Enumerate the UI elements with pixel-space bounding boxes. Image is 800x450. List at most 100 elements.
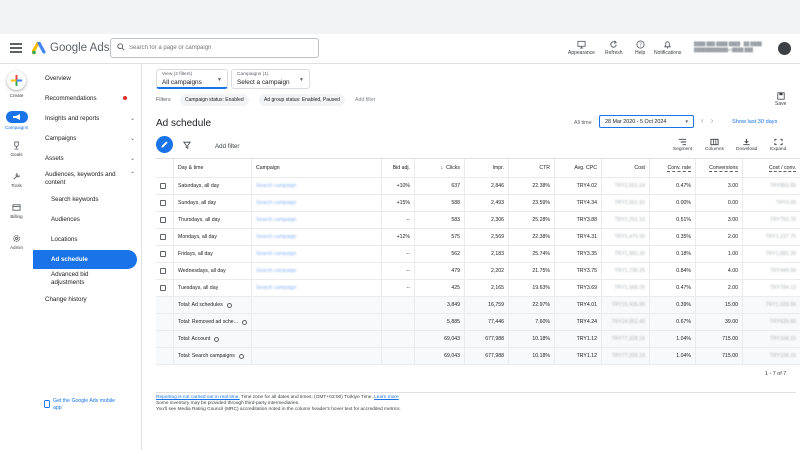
row-checkbox[interactable] <box>160 285 166 291</box>
nav-search-keywords[interactable]: Search keywords <box>51 196 131 203</box>
campaign-link[interactable]: Search campaign <box>256 268 296 274</box>
avatar[interactable] <box>778 42 791 55</box>
menu-icon[interactable] <box>10 43 22 53</box>
row-checkbox[interactable] <box>160 234 166 240</box>
cell-bid[interactable]: -- <box>382 263 415 279</box>
table-add-filter[interactable]: Add filter <box>215 143 239 150</box>
col-avg-cpc[interactable]: Avg. CPC <box>555 159 602 177</box>
table-row[interactable]: Mondays, all day Search campaign +12% 57… <box>156 229 800 246</box>
search-box[interactable] <box>110 38 319 58</box>
search-input[interactable] <box>129 41 314 55</box>
table-row[interactable]: Sundays, all day Search campaign +15% 58… <box>156 195 800 212</box>
table-row[interactable]: Fridays, all day Search campaign -- 562 … <box>156 246 800 263</box>
campaign-link[interactable]: Search campaign <box>256 217 296 223</box>
account-info[interactable]: ████ ███-████ ████ · ██ ████ ████████████… <box>694 41 762 53</box>
help-button[interactable]: ? Help <box>635 40 645 56</box>
row-checkbox-cell <box>156 280 174 296</box>
col-campaign[interactable]: Campaign <box>252 159 382 177</box>
row-checkbox[interactable] <box>160 251 166 257</box>
nav-overview[interactable]: Overview <box>45 75 135 82</box>
nav-locations[interactable]: Locations <box>51 236 131 243</box>
edit-button[interactable] <box>156 136 173 153</box>
help-icon[interactable] <box>241 319 247 325</box>
campaign-link[interactable]: Search campaign <box>256 251 296 257</box>
table-row[interactable]: Wednesdays, all day Search campaign -- 4… <box>156 263 800 280</box>
col-conv-rate[interactable]: Conv. rate <box>650 159 696 177</box>
date-nav-arrows[interactable]: ‹› <box>701 116 720 125</box>
col-conversions[interactable]: Conversions <box>696 159 743 177</box>
cell-campaign[interactable]: Search campaign <box>252 280 382 296</box>
refresh-button[interactable]: Refresh <box>605 40 623 56</box>
nav-change-history[interactable]: Change history <box>45 296 135 303</box>
notifications-button[interactable]: Notifications <box>654 40 681 56</box>
help-icon[interactable] <box>214 336 220 342</box>
col-clicks[interactable]: ↓ Clicks <box>415 159 465 177</box>
row-checkbox[interactable] <box>160 200 166 206</box>
nav-audiences[interactable]: Audiences <box>51 216 131 223</box>
table-row[interactable]: Thursdays, all day Search campaign -- 58… <box>156 212 800 229</box>
col-impr[interactable]: Impr. <box>465 159 509 177</box>
table-row[interactable]: Saturdays, all day Search campaign +10% … <box>156 178 800 195</box>
nav-advanced-bid-adjustments[interactable]: Advanced bid adjustments <box>51 271 131 287</box>
cell-bid[interactable]: +10% <box>382 178 415 194</box>
nav-recommendations[interactable]: Recommendations <box>45 95 135 102</box>
table-row[interactable]: Tuesdays, all day Search campaign -- 425… <box>156 280 800 297</box>
col-cost-per-conv[interactable]: Cost / conv. <box>743 159 800 177</box>
col-bid-adj[interactable]: Bid adj. <box>382 159 415 177</box>
filter-icon[interactable] <box>183 141 191 149</box>
col-day-time[interactable]: Day & time <box>174 159 252 177</box>
appearance-button[interactable]: Appearance <box>568 40 595 56</box>
reporting-link[interactable]: Reporting is not carried out in real tim… <box>156 395 240 400</box>
show-last-30-days-link[interactable]: Show last 30 days <box>732 119 777 125</box>
campaign-link[interactable]: Search campaign <box>256 234 296 240</box>
help-icon[interactable] <box>226 302 232 308</box>
cell-bid[interactable]: -- <box>382 212 415 228</box>
campaign-selector[interactable]: Campaigns (1) Select a campaign ▼ <box>231 69 310 89</box>
campaign-link[interactable]: Search campaign <box>256 183 296 189</box>
segment-button[interactable]: Segment <box>673 138 692 152</box>
rail-create[interactable]: Create <box>0 71 33 98</box>
nav-audiences-keywords-content[interactable]: Audiences, keywords and content ⌃ <box>45 171 135 187</box>
nav-campaigns[interactable]: Campaigns ⌄ <box>45 135 135 142</box>
col-cost[interactable]: Cost <box>602 159 650 177</box>
cell-bid[interactable]: +12% <box>382 229 415 245</box>
chevron-left-icon[interactable]: ‹ <box>701 116 711 125</box>
rail-tools[interactable]: Tools <box>0 172 33 188</box>
nav-insights[interactable]: Insights and reports ⌄ <box>45 115 135 122</box>
nav-ad-schedule[interactable]: Ad schedule <box>51 256 131 263</box>
help-icon[interactable] <box>238 353 244 359</box>
rail-goals[interactable]: Goals <box>0 141 33 157</box>
save-button[interactable]: Save <box>775 92 786 107</box>
learn-more-link[interactable]: Learn more <box>374 395 399 400</box>
campaign-link[interactable]: Search campaign <box>256 200 296 206</box>
nav-assets[interactable]: Assets ⌄ <box>45 155 135 162</box>
cell-bid[interactable]: +15% <box>382 195 415 211</box>
chevron-right-icon[interactable]: › <box>711 116 721 125</box>
filter-chip-campaign-status[interactable]: Campaign status: Enabled <box>180 94 249 106</box>
cell-campaign[interactable]: Search campaign <box>252 246 382 262</box>
expand-button[interactable]: Expand <box>770 138 786 152</box>
row-checkbox[interactable] <box>160 217 166 223</box>
cell-campaign[interactable]: Search campaign <box>252 229 382 245</box>
cell-campaign[interactable]: Search campaign <box>252 263 382 279</box>
download-button[interactable]: Download <box>736 138 757 152</box>
columns-button[interactable]: Columns <box>705 138 724 152</box>
add-filter-link[interactable]: Add filter <box>355 97 375 103</box>
cell-campaign[interactable]: Search campaign <box>252 195 382 211</box>
filter-chip-ad-group-status[interactable]: Ad group status: Enabled, Paused <box>259 94 345 106</box>
cell-campaign[interactable]: Search campaign <box>252 212 382 228</box>
cell-bid[interactable]: -- <box>382 280 415 296</box>
rail-admin[interactable]: Admin <box>0 234 33 250</box>
view-selector[interactable]: View (2 filters) All campaigns ▼ <box>156 69 228 89</box>
campaign-link[interactable]: Search campaign <box>256 285 296 291</box>
cell-bid[interactable]: -- <box>382 246 415 262</box>
rail-campaigns[interactable]: Campaigns <box>0 111 33 130</box>
row-checkbox[interactable] <box>160 183 166 189</box>
mobile-app-link[interactable]: Get the Google Ads mobile app <box>44 398 130 412</box>
row-checkbox[interactable] <box>160 268 166 274</box>
cell-campaign[interactable]: Search campaign <box>252 178 382 194</box>
total-label: Total: Ad schedules <box>178 302 223 308</box>
col-ctr[interactable]: CTR <box>509 159 555 177</box>
rail-billing[interactable]: Billing <box>0 203 33 219</box>
date-range-picker[interactable]: 28 Mar 2020 - 5 Oct 2024 ▼ <box>599 115 694 128</box>
